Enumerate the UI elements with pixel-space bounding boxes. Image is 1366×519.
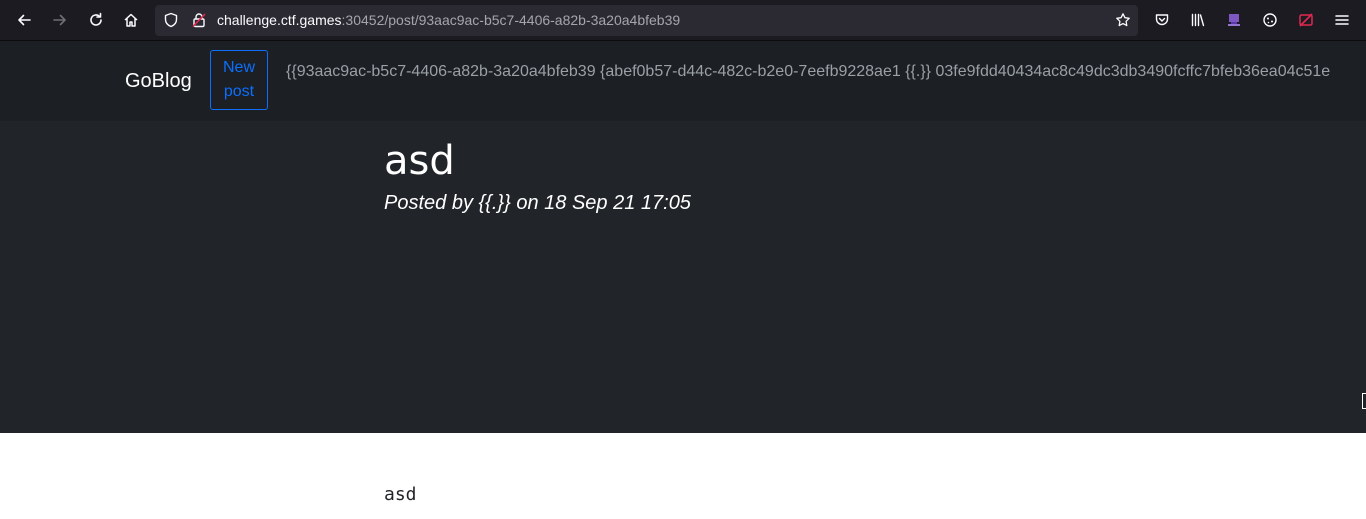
browser-toolbar: challenge.ctf.games:30452/post/93aac9ac-… (0, 0, 1366, 41)
insecure-lock-icon[interactable] (191, 12, 207, 28)
home-icon[interactable] (117, 6, 145, 34)
blocked-icon[interactable] (1292, 6, 1320, 34)
url-path: :30452/post/93aac9ac-b5c7-4406-a82b-3a20… (341, 12, 681, 28)
menu-icon[interactable] (1328, 6, 1356, 34)
bookmark-star-icon[interactable] (1115, 12, 1131, 28)
forward-icon[interactable] (46, 6, 74, 34)
library-icon[interactable] (1184, 6, 1212, 34)
url-bar[interactable]: challenge.ctf.games:30452/post/93aac9ac-… (155, 5, 1138, 36)
url-host: challenge.ctf.games (217, 12, 342, 28)
site-brand[interactable]: GoBlog (125, 68, 192, 94)
site-navbar: GoBlog New post {{93aac9ac-b5c7-4406-a82… (0, 41, 1366, 121)
url-text[interactable]: challenge.ctf.games:30452/post/93aac9ac-… (217, 12, 680, 29)
post-header: GoBlog New post {{93aac9ac-b5c7-4406-a82… (0, 41, 1366, 433)
post-meta: Posted by {{.}} on 18 Sep 21 17:05 (384, 192, 691, 214)
pocket-icon[interactable] (1148, 6, 1176, 34)
new-post-button[interactable]: New post (210, 50, 268, 110)
post-title: asd (384, 138, 455, 184)
navbar-text: {{93aac9ac-b5c7-4406-a82b-3a20a4bfeb39 {… (286, 63, 1331, 80)
extension-icon[interactable] (1220, 6, 1248, 34)
text-cursor-icon (1362, 393, 1366, 409)
reload-icon[interactable] (82, 6, 110, 34)
cookie-icon[interactable] (1256, 6, 1284, 34)
shield-icon[interactable] (163, 12, 179, 28)
post-body: asd (384, 484, 417, 505)
back-icon[interactable] (10, 6, 38, 34)
